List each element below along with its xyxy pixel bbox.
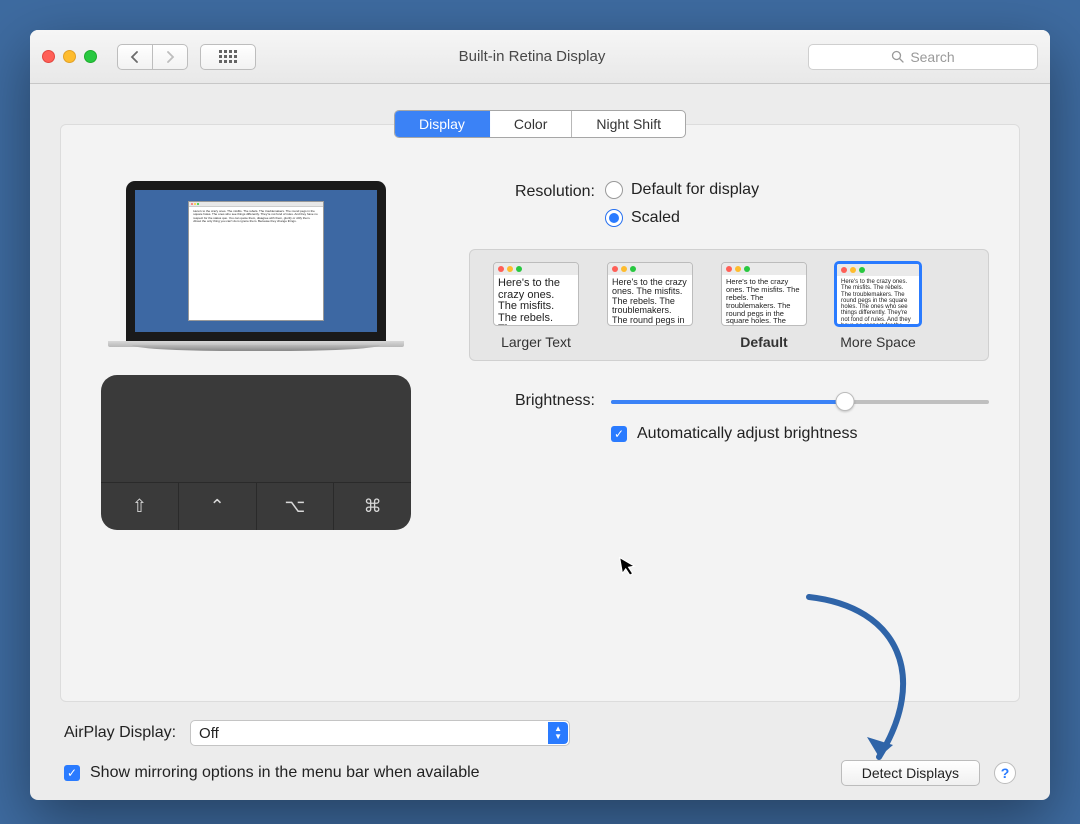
chevron-right-icon (165, 51, 175, 63)
close-icon[interactable] (42, 50, 55, 63)
airplay-select[interactable]: Off ▲▼ (190, 720, 570, 746)
preferences-window: Built-in Retina Display Search Display C… (30, 30, 1050, 800)
footer: AirPlay Display: Off ▲▼ ✓ Show mirroring… (60, 702, 1020, 786)
display-panel: Display Color Night Shift Here's to the … (60, 124, 1020, 702)
checkbox-checked-icon: ✓ (611, 426, 627, 442)
scale-option-more-space[interactable]: Here's to the crazy ones. The misfits. T… (835, 262, 921, 326)
search-input[interactable]: Search (808, 44, 1038, 70)
checkbox-checked-icon: ✓ (64, 765, 80, 781)
controls-column: Resolution: Default for display Scaled (465, 181, 989, 530)
tab-color[interactable]: Color (490, 111, 572, 137)
touchbar-preview: ⇧ ⌃ ⌥ ⌘ (101, 375, 411, 530)
resolution-row: Resolution: Default for display Scaled (465, 181, 989, 227)
tab-night-shift[interactable]: Night Shift (572, 111, 685, 137)
radio-default-for-display[interactable]: Default for display (605, 181, 759, 199)
zoom-icon[interactable] (84, 50, 97, 63)
command-key-icon: ⌘ (334, 483, 411, 530)
forward-button[interactable] (152, 44, 188, 70)
preview-column: Here's to the crazy ones. The misfits. T… (91, 181, 421, 530)
grid-icon (219, 50, 237, 63)
airplay-label: AirPlay Display: (64, 724, 176, 742)
scaled-resolution-strip: Here's to the crazy ones. The misfits. T… (469, 249, 989, 361)
content: Display Color Night Shift Here's to the … (30, 84, 1050, 800)
auto-brightness-checkbox[interactable]: ✓ Automatically adjust brightness (611, 425, 989, 443)
airplay-row: AirPlay Display: Off ▲▼ (64, 720, 1016, 746)
minimize-icon[interactable] (63, 50, 76, 63)
chevron-left-icon (130, 51, 140, 63)
search-placeholder: Search (910, 49, 954, 65)
brightness-row: Brightness: (465, 391, 989, 411)
show-mirroring-checkbox[interactable]: ✓ Show mirroring options in the menu bar… (64, 764, 480, 782)
scale-option-default[interactable]: Here's to the crazy ones. The misfits. T… (721, 262, 807, 326)
scale-caption: More Space (840, 334, 915, 350)
tab-display[interactable]: Display (395, 111, 490, 137)
window-controls (42, 50, 97, 63)
radio-scaled[interactable]: Scaled (605, 209, 759, 227)
scale-caption: Default (740, 334, 787, 350)
search-icon (891, 50, 904, 63)
scale-option-larger-text[interactable]: Here's to the crazy ones. The misfits. T… (493, 262, 579, 326)
radio-icon (605, 209, 623, 227)
show-all-button[interactable] (200, 44, 256, 70)
scale-caption: Larger Text (501, 334, 571, 350)
brightness-slider[interactable] (611, 391, 989, 411)
help-button[interactable]: ? (994, 762, 1016, 784)
window-title: Built-in Retina Display (268, 48, 796, 65)
cursor-icon (619, 554, 642, 587)
macbook-preview: Here's to the crazy ones. The misfits. T… (126, 181, 386, 347)
slider-knob-icon[interactable] (836, 392, 855, 411)
brightness-label: Brightness: (465, 392, 595, 410)
detect-displays-button[interactable]: Detect Displays (841, 760, 980, 786)
control-key-icon: ⌃ (179, 483, 257, 530)
scale-option-2[interactable]: Here's to the crazy ones. The misfits. T… (607, 262, 693, 326)
option-key-icon: ⌥ (257, 483, 335, 530)
select-stepper-icon: ▲▼ (548, 722, 568, 744)
nav-buttons (117, 44, 188, 70)
toolbar: Built-in Retina Display Search (30, 30, 1050, 84)
radio-icon (605, 181, 623, 199)
back-button[interactable] (117, 44, 153, 70)
shift-key-icon: ⇧ (101, 483, 179, 530)
resolution-label: Resolution: (465, 181, 595, 201)
segmented-tabs: Display Color Night Shift (394, 110, 686, 138)
